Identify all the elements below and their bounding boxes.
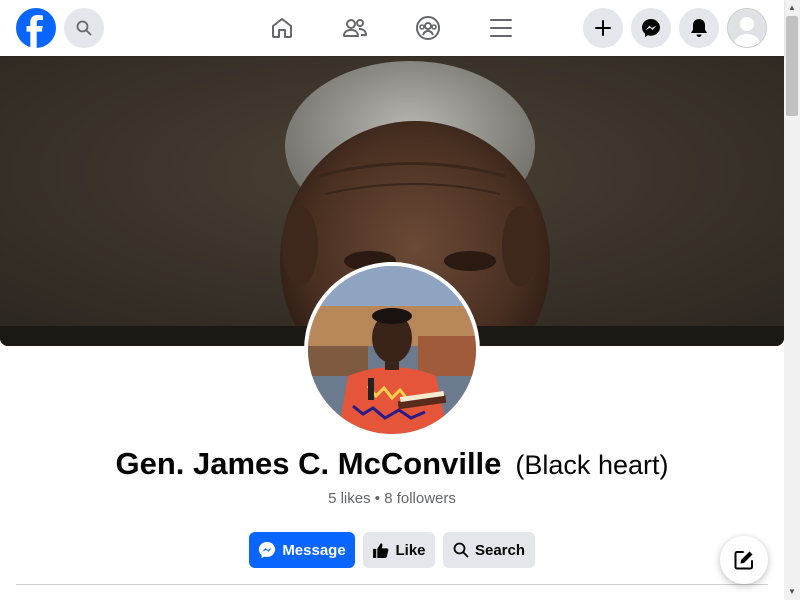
account-avatar-icon[interactable]	[727, 8, 767, 48]
bell-icon	[691, 19, 707, 37]
messenger-icon	[642, 19, 660, 37]
search-button[interactable]	[64, 8, 104, 48]
page-title-suffix: (Black heart)	[515, 450, 669, 480]
menu-icon	[490, 19, 512, 37]
search-button-label: Search	[474, 541, 526, 559]
top-navigation-bar	[0, 0, 784, 56]
like-button[interactable]: Like	[363, 532, 435, 568]
profile-picture[interactable]	[304, 262, 480, 438]
page-title: Gen. James C. McConville	[115, 446, 502, 481]
friends-icon	[343, 19, 367, 37]
scroll-up-arrow[interactable]: ▲	[784, 0, 800, 16]
section-divider	[16, 584, 768, 585]
messenger-button[interactable]	[631, 8, 671, 48]
search-page-button[interactable]: Search	[443, 532, 535, 568]
new-message-button[interactable]	[720, 536, 768, 584]
facebook-logo-icon[interactable]	[16, 8, 56, 48]
compose-icon	[734, 551, 753, 570]
page-name-row: Gen. James C. McConville (Black heart)	[0, 446, 784, 482]
likes-followers-count[interactable]: 5 likes • 8 followers	[0, 490, 784, 507]
notifications-button[interactable]	[679, 8, 719, 48]
scroll-down-arrow[interactable]: ▼	[784, 584, 800, 600]
thumbs-up-icon	[373, 542, 389, 558]
nav-home[interactable]	[266, 12, 298, 44]
search-icon	[453, 542, 469, 558]
plus-icon	[595, 20, 611, 36]
create-button[interactable]	[583, 8, 623, 48]
home-icon	[272, 18, 292, 38]
scrollbar-thumb[interactable]	[786, 16, 798, 116]
messenger-icon	[259, 541, 276, 559]
search-icon	[76, 20, 92, 36]
nav-groups[interactable]	[412, 12, 444, 44]
groups-icon	[416, 16, 440, 40]
like-button-label: Like	[395, 541, 426, 559]
message-button-label: Message	[282, 541, 346, 559]
nav-friends[interactable]	[339, 12, 371, 44]
nav-menu[interactable]	[485, 12, 517, 44]
message-button[interactable]: Message	[249, 532, 355, 568]
